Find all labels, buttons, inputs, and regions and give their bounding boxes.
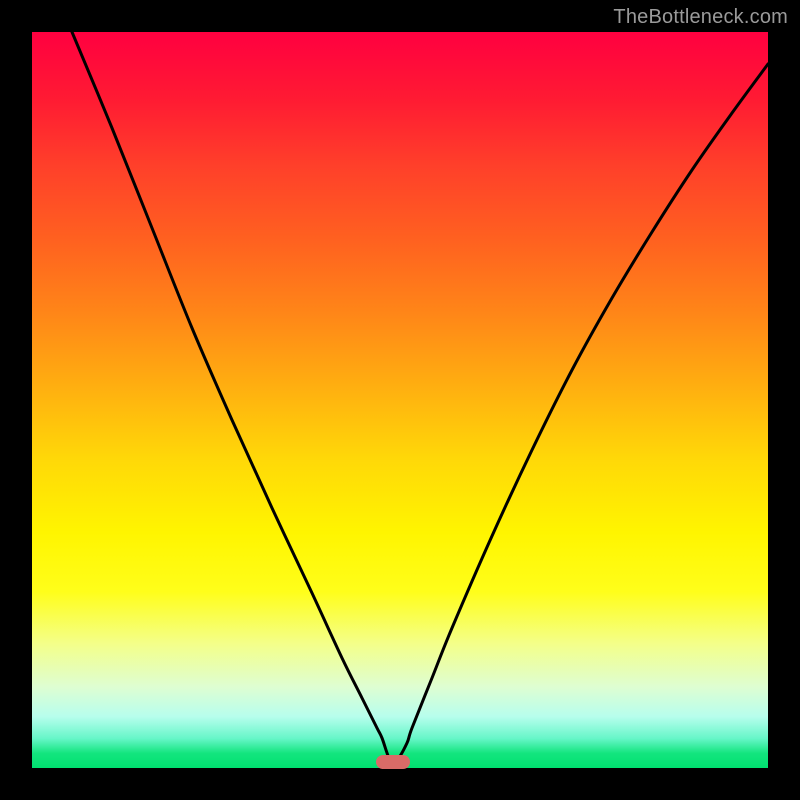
attribution-text: TheBottleneck.com xyxy=(613,6,788,29)
curve-svg xyxy=(32,32,768,768)
chart-frame: TheBottleneck.com xyxy=(0,0,800,800)
plot-area xyxy=(32,32,768,768)
optimum-marker xyxy=(376,755,410,769)
bottleneck-curve xyxy=(72,32,768,762)
